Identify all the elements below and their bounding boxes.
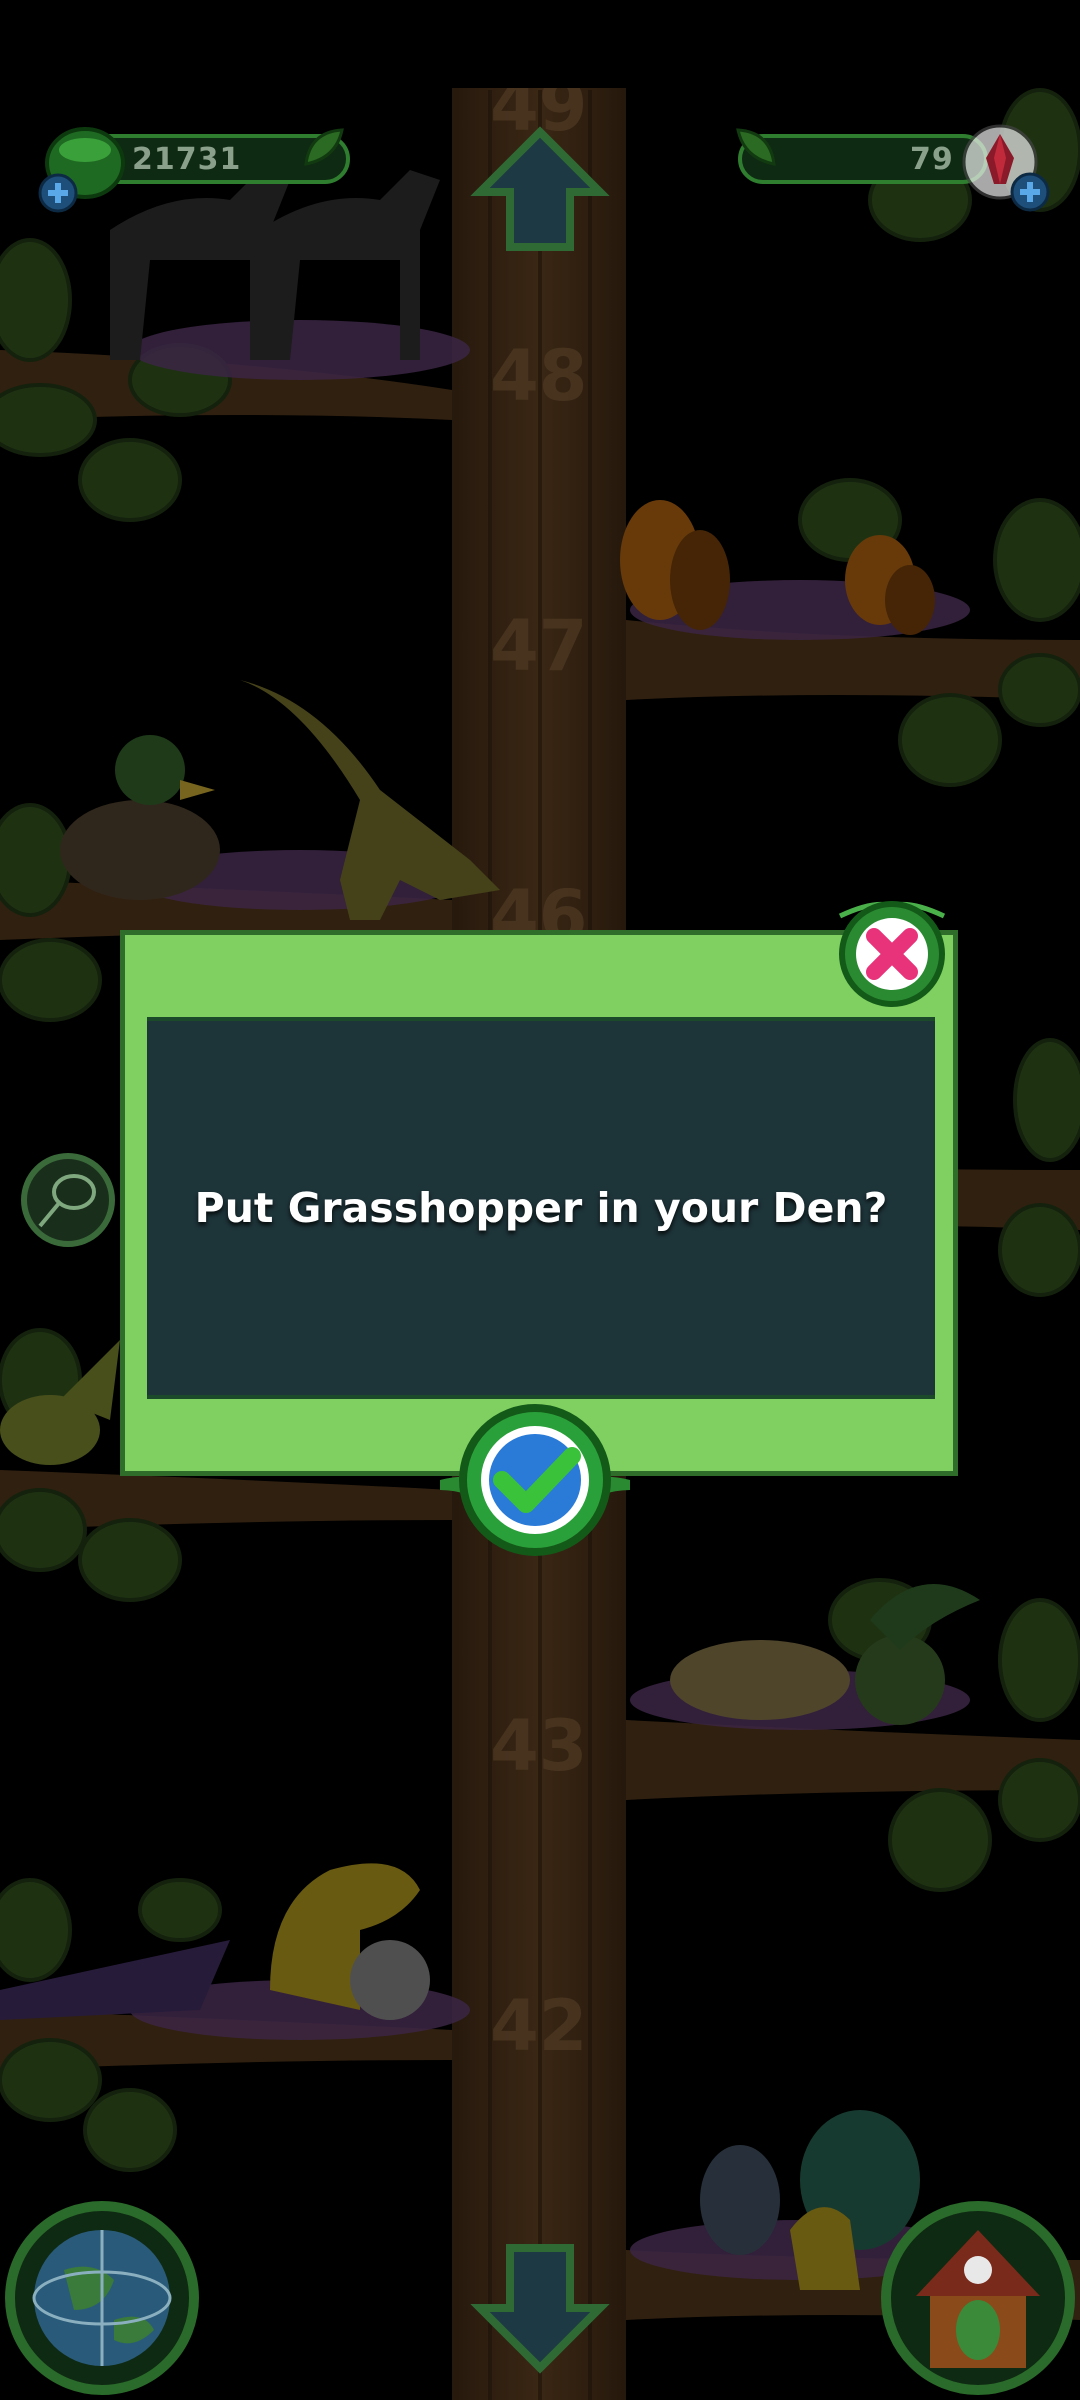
floor-label-43: 43: [490, 1705, 587, 1787]
confirm-dialog: Put Grasshopper in your Den?: [120, 930, 958, 1476]
arrow-up-icon: [470, 126, 610, 251]
leaf-decoration-icon: [736, 128, 776, 166]
floor-label-42: 42: [490, 1985, 587, 2067]
gems-value: 79: [910, 142, 954, 177]
plant-creature: [670, 1584, 980, 1725]
scroll-up-button[interactable]: [470, 122, 610, 262]
floor-label-47: 47: [490, 605, 587, 687]
net-tool-button[interactable]: [18, 1150, 118, 1250]
duck-creature: [60, 735, 220, 900]
den-button[interactable]: [880, 2200, 1076, 2396]
leaf-decoration-icon: [304, 128, 344, 166]
coins-value: 21731: [132, 142, 242, 177]
green-coin-icon: [38, 127, 125, 213]
close-dialog-button[interactable]: [834, 896, 950, 1012]
dialog-message: Put Grasshopper in your Den?: [194, 1184, 888, 1232]
floor-label-48: 48: [490, 335, 587, 417]
world-map-button[interactable]: [4, 2200, 200, 2396]
red-crystal-icon: [962, 124, 1050, 212]
globe-icon: [32, 2230, 172, 2366]
scroll-down-button[interactable]: [470, 2228, 610, 2378]
arrow-down-icon: [470, 2244, 610, 2374]
dialog-body: Put Grasshopper in your Den?: [147, 1017, 935, 1399]
confirm-button[interactable]: [440, 1400, 630, 1560]
status-bar: [0, 0, 1080, 88]
